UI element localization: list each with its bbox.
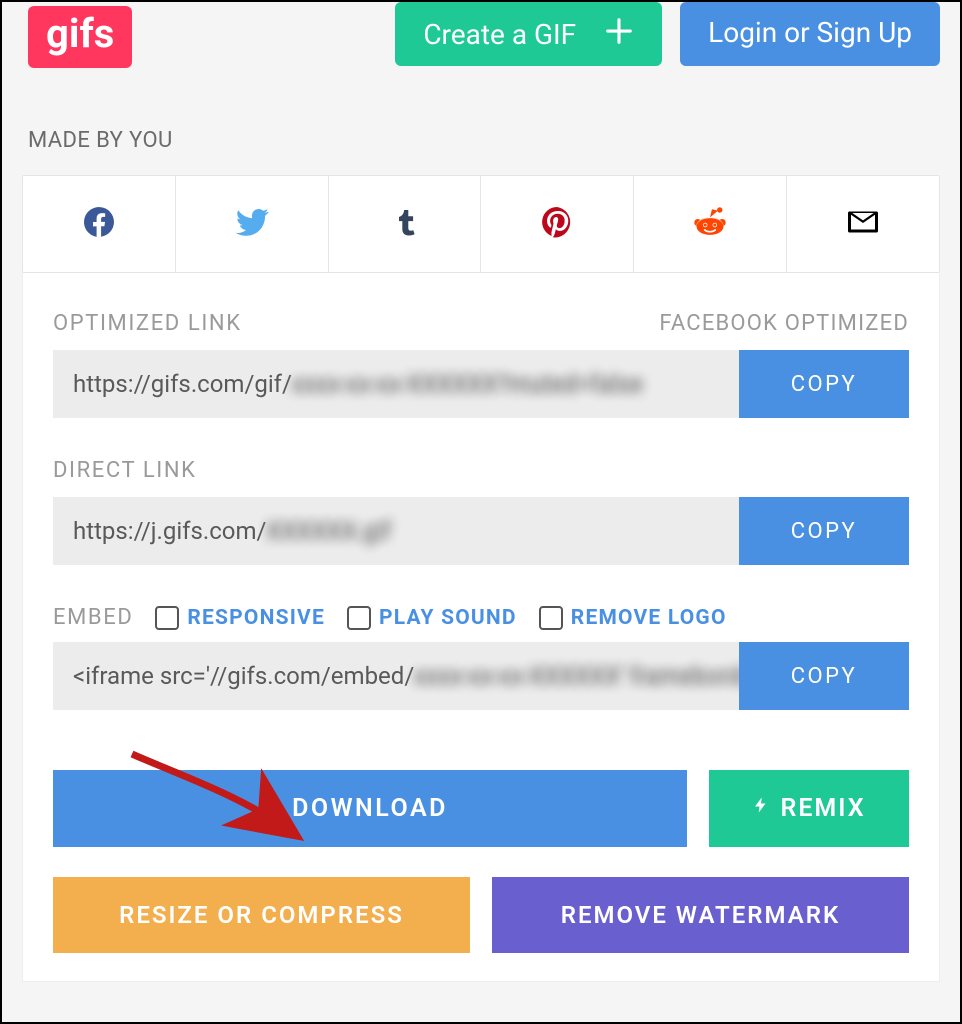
direct-link-input[interactable]: https://j.gifs.com/XXXXXX.gif (53, 497, 739, 565)
copy-direct-button[interactable]: COPY (739, 497, 909, 565)
optimized-head: OPTIMIZED LINK FACEBOOK OPTIMIZED (53, 311, 909, 336)
share-row (22, 175, 940, 273)
play-sound-checkbox[interactable]: PLAY SOUND (347, 606, 517, 630)
share-pinterest[interactable] (481, 176, 634, 272)
actions-row-1: DOWNLOAD REMIX (53, 770, 909, 847)
download-button[interactable]: DOWNLOAD (53, 770, 687, 847)
plus-icon (604, 16, 634, 52)
checkbox-icon (347, 606, 371, 630)
login-signup-button[interactable]: Login or Sign Up (680, 2, 940, 66)
remove-watermark-button[interactable]: REMOVE WATERMARK (492, 877, 909, 953)
facebook-optimized-label: FACEBOOK OPTIMIZED (659, 311, 909, 336)
pinterest-icon (539, 204, 575, 244)
header-right: Create a GIF Login or Sign Up (395, 2, 940, 66)
remove-logo-checkbox[interactable]: REMOVE LOGO (539, 606, 727, 630)
responsive-label: RESPONSIVE (187, 606, 325, 630)
remove-logo-label: REMOVE LOGO (571, 606, 727, 630)
twitter-icon (234, 204, 270, 244)
embed-head: EMBED RESPONSIVE PLAY SOUND REMOVE LOGO (53, 605, 909, 630)
optimized-link-label: OPTIMIZED LINK (53, 311, 242, 336)
share-reddit[interactable] (634, 176, 787, 272)
tumblr-icon (387, 204, 423, 244)
create-gif-label: Create a GIF (423, 18, 576, 51)
header: gifs Create a GIF Login or Sign Up (22, 2, 940, 68)
share-twitter[interactable] (176, 176, 329, 272)
copy-optimized-button[interactable]: COPY (739, 350, 909, 418)
share-facebook[interactable] (23, 176, 176, 272)
direct-link-prefix: https://j.gifs.com/ (73, 517, 266, 545)
share-tumblr[interactable] (329, 176, 482, 272)
checkbox-icon (155, 606, 179, 630)
optimized-link-blurred: xxxx-xx-xx-XXXXXX?muted=false (292, 370, 643, 398)
remix-button[interactable]: REMIX (709, 770, 909, 847)
copy-embed-button[interactable]: COPY (739, 642, 909, 710)
embed-row: <iframe src='//gifs.com/embed/xxxx-xx-xx… (53, 642, 909, 710)
logo[interactable]: gifs (28, 6, 132, 68)
embed-label: EMBED (53, 605, 133, 630)
email-icon (845, 204, 881, 244)
actions-row-2: RESIZE OR COMPRESS REMOVE WATERMARK (53, 877, 909, 953)
checkbox-icon (539, 606, 563, 630)
embed-input[interactable]: <iframe src='//gifs.com/embed/xxxx-xx-xx… (53, 642, 739, 710)
page: gifs Create a GIF Login or Sign Up MADE … (2, 2, 960, 1022)
section-label: MADE BY YOU (28, 128, 940, 153)
create-gif-button[interactable]: Create a GIF (395, 2, 662, 66)
facebook-icon (81, 204, 117, 244)
direct-link-blurred: XXXXXX.gif (266, 517, 390, 545)
responsive-checkbox[interactable]: RESPONSIVE (155, 606, 325, 630)
embed-prefix: <iframe src='//gifs.com/embed/ (73, 662, 414, 690)
share-email[interactable] (787, 176, 939, 272)
direct-head: DIRECT LINK (53, 458, 909, 483)
resize-compress-button[interactable]: RESIZE OR COMPRESS (53, 877, 470, 953)
play-sound-label: PLAY SOUND (379, 606, 517, 630)
links-panel: OPTIMIZED LINK FACEBOOK OPTIMIZED https:… (22, 273, 940, 982)
direct-link-label: DIRECT LINK (53, 458, 197, 483)
remix-label: REMIX (780, 794, 865, 823)
reddit-icon (692, 204, 728, 244)
optimized-row: https://gifs.com/gif/xxxx-xx-xx-XXXXXX?m… (53, 350, 909, 418)
optimized-link-input[interactable]: https://gifs.com/gif/xxxx-xx-xx-XXXXXX?m… (53, 350, 739, 418)
direct-row: https://j.gifs.com/XXXXXX.gif COPY (53, 497, 909, 565)
lightning-icon (752, 793, 770, 824)
embed-blurred: xxxx-xx-xx-XXXXXX' frameborder='0' (414, 662, 739, 690)
optimized-link-prefix: https://gifs.com/gif/ (73, 370, 292, 398)
